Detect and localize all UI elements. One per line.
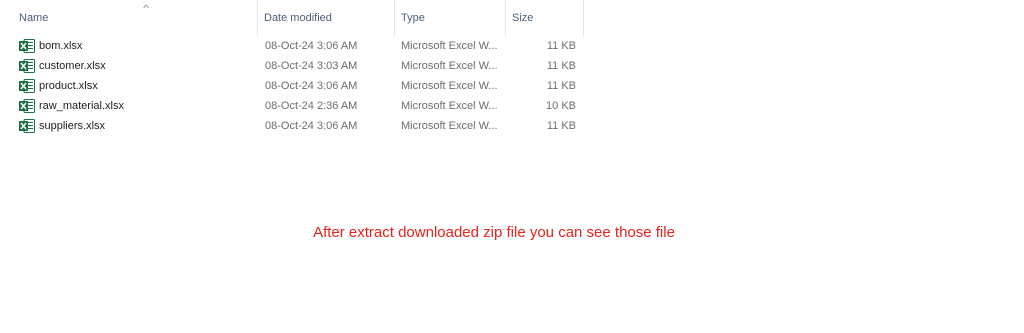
file-row[interactable]: customer.xlsx 08-Oct-24 3:03 AM Microsof… (0, 56, 590, 76)
file-size: 11 KB (546, 60, 576, 72)
excel-file-icon (19, 39, 35, 53)
file-type: Microsoft Excel W... (401, 60, 498, 72)
file-list: bom.xlsx 08-Oct-24 3:06 AM Microsoft Exc… (0, 36, 590, 136)
name-column-label: Name (19, 12, 49, 24)
date-modified-column-header[interactable]: Date modified (258, 0, 395, 36)
file-size: 10 KB (546, 100, 576, 112)
column-separator[interactable] (583, 0, 584, 36)
excel-file-icon (19, 59, 35, 73)
file-size: 11 KB (546, 120, 576, 132)
date-modified-column-label: Date modified (264, 12, 332, 24)
file-size: 11 KB (546, 40, 576, 52)
file-name: raw_material.xlsx (39, 100, 124, 112)
excel-file-icon (19, 119, 35, 133)
file-name: product.xlsx (39, 80, 98, 92)
file-date-modified: 08-Oct-24 3:06 AM (265, 120, 358, 132)
file-name: customer.xlsx (39, 60, 106, 72)
excel-file-icon (19, 79, 35, 93)
file-name: suppliers.xlsx (39, 120, 106, 132)
file-explorer-view: Name ^ Date modified Type Size bom.xlsx … (0, 0, 1024, 333)
annotation-note: After extract downloaded zip file you ca… (0, 224, 1024, 241)
file-date-modified: 08-Oct-24 2:36 AM (265, 100, 358, 112)
file-row[interactable]: raw_material.xlsx 08-Oct-24 2:36 AM Micr… (0, 96, 590, 116)
file-date-modified: 08-Oct-24 3:06 AM (265, 40, 358, 52)
file-name: bom.xlsx (39, 40, 83, 52)
file-type: Microsoft Excel W... (401, 100, 498, 112)
file-date-modified: 08-Oct-24 3:03 AM (265, 60, 358, 72)
size-column-header[interactable]: Size (506, 0, 584, 36)
name-column-header[interactable]: Name ^ (13, 0, 258, 36)
file-size: 11 KB (546, 80, 576, 92)
file-type: Microsoft Excel W... (401, 120, 498, 132)
file-type: Microsoft Excel W... (401, 40, 498, 52)
file-date-modified: 08-Oct-24 3:06 AM (265, 80, 358, 92)
type-column-label: Type (401, 12, 425, 24)
file-row[interactable]: suppliers.xlsx 08-Oct-24 3:06 AM Microso… (0, 116, 590, 136)
annotation-text: After extract downloaded zip file you ca… (313, 224, 675, 241)
file-row[interactable]: product.xlsx 08-Oct-24 3:06 AM Microsoft… (0, 76, 590, 96)
excel-file-icon (19, 99, 35, 113)
column-header-row: Name ^ Date modified Type Size (0, 0, 590, 36)
file-row[interactable]: bom.xlsx 08-Oct-24 3:06 AM Microsoft Exc… (0, 36, 590, 56)
size-column-label: Size (512, 12, 534, 24)
type-column-header[interactable]: Type (395, 0, 506, 36)
sort-ascending-icon: ^ (143, 3, 150, 13)
file-type: Microsoft Excel W... (401, 80, 498, 92)
